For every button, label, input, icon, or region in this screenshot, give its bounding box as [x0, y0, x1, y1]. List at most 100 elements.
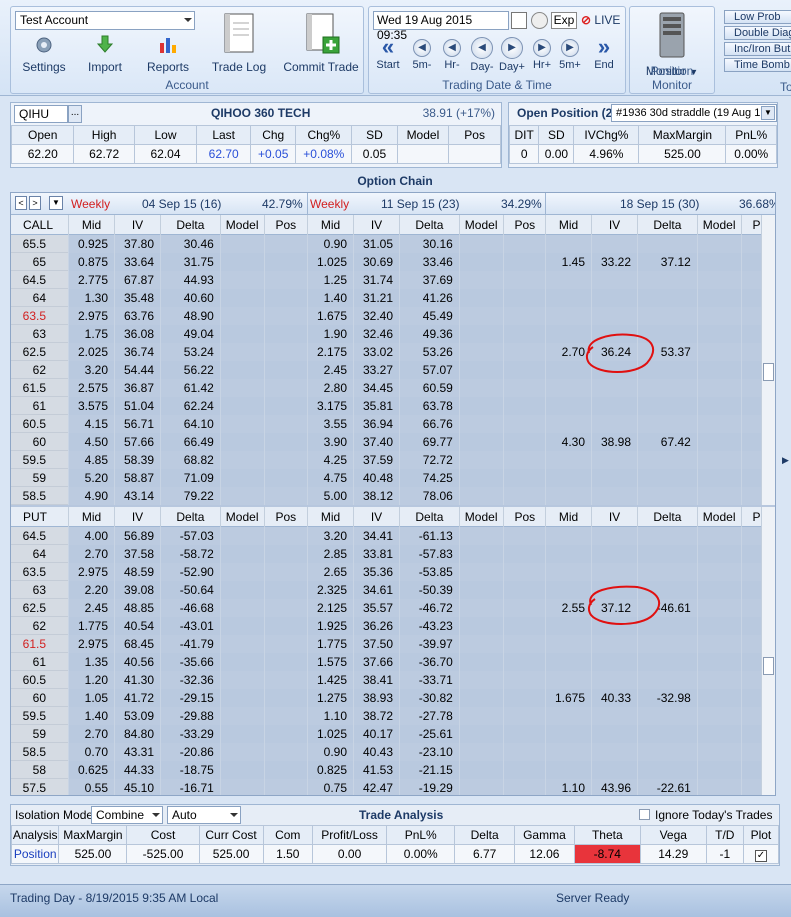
call-cell[interactable]: 33.22	[591, 253, 637, 271]
nav-start-button[interactable]: «Start	[373, 35, 403, 72]
call-cell[interactable]: 2.575	[68, 379, 114, 397]
put-cell[interactable]: 37.58	[114, 545, 160, 563]
call-cell[interactable]	[591, 379, 637, 397]
call-cell[interactable]: 49.36	[399, 325, 459, 343]
put-cell[interactable]: 1.10	[307, 707, 353, 725]
call-cell[interactable]: 4.30	[545, 433, 591, 451]
call-cell[interactable]	[545, 379, 591, 397]
put-cell[interactable]: -43.01	[160, 617, 220, 635]
put-header-col-mid[interactable]: Mid	[307, 507, 353, 527]
symbol-field[interactable]: QIHU	[14, 105, 68, 123]
put-cell[interactable]: 45.10	[114, 779, 160, 795]
put-cell[interactable]	[591, 671, 637, 689]
call-strike[interactable]: 59.5	[11, 451, 68, 469]
put-header-col-delta[interactable]: Delta	[160, 507, 220, 527]
call-row[interactable]: 63 1.75 36.08 49.04 1.90 32.46 49.36	[11, 325, 775, 343]
put-cell[interactable]: -33.29	[160, 725, 220, 743]
call-cell[interactable]: 72.72	[399, 451, 459, 469]
call-cell[interactable]: 2.975	[68, 307, 114, 325]
call-cell[interactable]: 67.87	[114, 271, 160, 289]
call-cell[interactable]: 51.04	[114, 397, 160, 415]
put-cell[interactable]	[637, 743, 697, 761]
call-cell[interactable]	[591, 451, 637, 469]
put-cell[interactable]: 56.89	[114, 527, 160, 545]
put-cell[interactable]: -27.78	[399, 707, 459, 725]
put-cell[interactable]: 34.41	[353, 527, 399, 545]
call-cell[interactable]: 57.07	[399, 361, 459, 379]
put-cell[interactable]: 1.20	[68, 671, 114, 689]
put-cell[interactable]: 2.70	[68, 545, 114, 563]
put-cell[interactable]: 41.72	[114, 689, 160, 707]
put-cell[interactable]	[591, 563, 637, 581]
call-cell[interactable]: 68.82	[160, 451, 220, 469]
put-cell[interactable]: -22.61	[637, 779, 697, 795]
put-cell[interactable]	[637, 545, 697, 563]
put-cell[interactable]: -16.71	[160, 779, 220, 795]
put-cell[interactable]	[545, 761, 591, 779]
prev-expiry-button[interactable]: <	[15, 196, 27, 210]
put-cell[interactable]: -18.75	[160, 761, 220, 779]
put-header-col-pos[interactable]: Pos	[502, 507, 547, 527]
call-cell[interactable]: 1.30	[68, 289, 114, 307]
put-cell[interactable]: 40.56	[114, 653, 160, 671]
put-cell[interactable]	[591, 635, 637, 653]
put-cell[interactable]: -43.23	[399, 617, 459, 635]
strategy-time-bomb-button[interactable]: Time Bomb B	[724, 58, 791, 72]
call-cell[interactable]: 30.16	[399, 235, 459, 253]
put-strike[interactable]: 61.5	[11, 635, 68, 653]
call-cell[interactable]: 3.55	[307, 415, 353, 433]
put-cell[interactable]: 2.325	[307, 581, 353, 599]
call-cell[interactable]: 36.87	[114, 379, 160, 397]
put-cell[interactable]: 37.66	[353, 653, 399, 671]
call-strike[interactable]: 63.5	[11, 307, 68, 325]
scroll-thumb[interactable]	[763, 657, 774, 675]
call-cell[interactable]: 64.10	[160, 415, 220, 433]
put-cell[interactable]	[545, 635, 591, 653]
put-cell[interactable]	[591, 653, 637, 671]
call-cell[interactable]: 31.21	[353, 289, 399, 307]
put-cell[interactable]: 35.36	[353, 563, 399, 581]
put-cell[interactable]: 41.30	[114, 671, 160, 689]
call-strike[interactable]: 60.5	[11, 415, 68, 433]
call-cell[interactable]	[637, 289, 697, 307]
put-header-col-model[interactable]: Model	[219, 507, 264, 527]
put-cell[interactable]	[591, 545, 637, 563]
put-cell[interactable]: 2.45	[68, 599, 114, 617]
put-cell[interactable]: 33.81	[353, 545, 399, 563]
put-header-col-delta[interactable]: Delta	[399, 507, 459, 527]
nav-5m-minus-button[interactable]: ◀ 5m-	[407, 39, 437, 71]
put-cell[interactable]: 1.675	[545, 689, 591, 707]
call-cell[interactable]: 4.90	[68, 487, 114, 505]
side-expand-arrow[interactable]: ▶	[782, 455, 789, 466]
call-cell[interactable]: 3.175	[307, 397, 353, 415]
call-cell[interactable]: 3.575	[68, 397, 114, 415]
live-indicator[interactable]: ⊘ LIVE	[581, 13, 620, 27]
put-cell[interactable]: 44.33	[114, 761, 160, 779]
call-cell[interactable]: 31.74	[353, 271, 399, 289]
put-cell[interactable]: -53.85	[399, 563, 459, 581]
call-cell[interactable]	[545, 415, 591, 433]
call-header-col-mid[interactable]: Mid	[68, 215, 114, 235]
put-cell[interactable]: 2.65	[307, 563, 353, 581]
trade-value-analysis[interactable]: Position	[10, 844, 60, 864]
put-cell[interactable]: -61.13	[399, 527, 459, 545]
expiry-date[interactable]: 04 Sep 15 (16)	[142, 197, 221, 211]
call-cell[interactable]: 37.80	[114, 235, 160, 253]
nav-end-button[interactable]: » End	[589, 35, 619, 72]
put-cell[interactable]: -46.68	[160, 599, 220, 617]
put-cell[interactable]: 3.20	[307, 527, 353, 545]
put-cell[interactable]: 1.775	[307, 635, 353, 653]
call-cell[interactable]: 48.90	[160, 307, 220, 325]
call-row[interactable]: 62.5 2.025 36.74 53.24 2.175 33.02 53.26 2.70 36…	[11, 343, 775, 361]
settings-button[interactable]: Settings	[19, 35, 69, 74]
put-cell[interactable]: -58.72	[160, 545, 220, 563]
call-cell[interactable]	[637, 415, 697, 433]
call-cell[interactable]	[637, 271, 697, 289]
call-cell[interactable]	[591, 487, 637, 505]
call-cell[interactable]: 5.20	[68, 469, 114, 487]
call-header-col-pos[interactable]: Pos	[502, 215, 547, 235]
call-cell[interactable]	[591, 307, 637, 325]
call-row[interactable]: 61.5 2.575 36.87 61.42 2.80 34.45 60.59	[11, 379, 775, 397]
call-header-col-delta[interactable]: Delta	[637, 215, 697, 235]
put-cell[interactable]: -52.90	[160, 563, 220, 581]
